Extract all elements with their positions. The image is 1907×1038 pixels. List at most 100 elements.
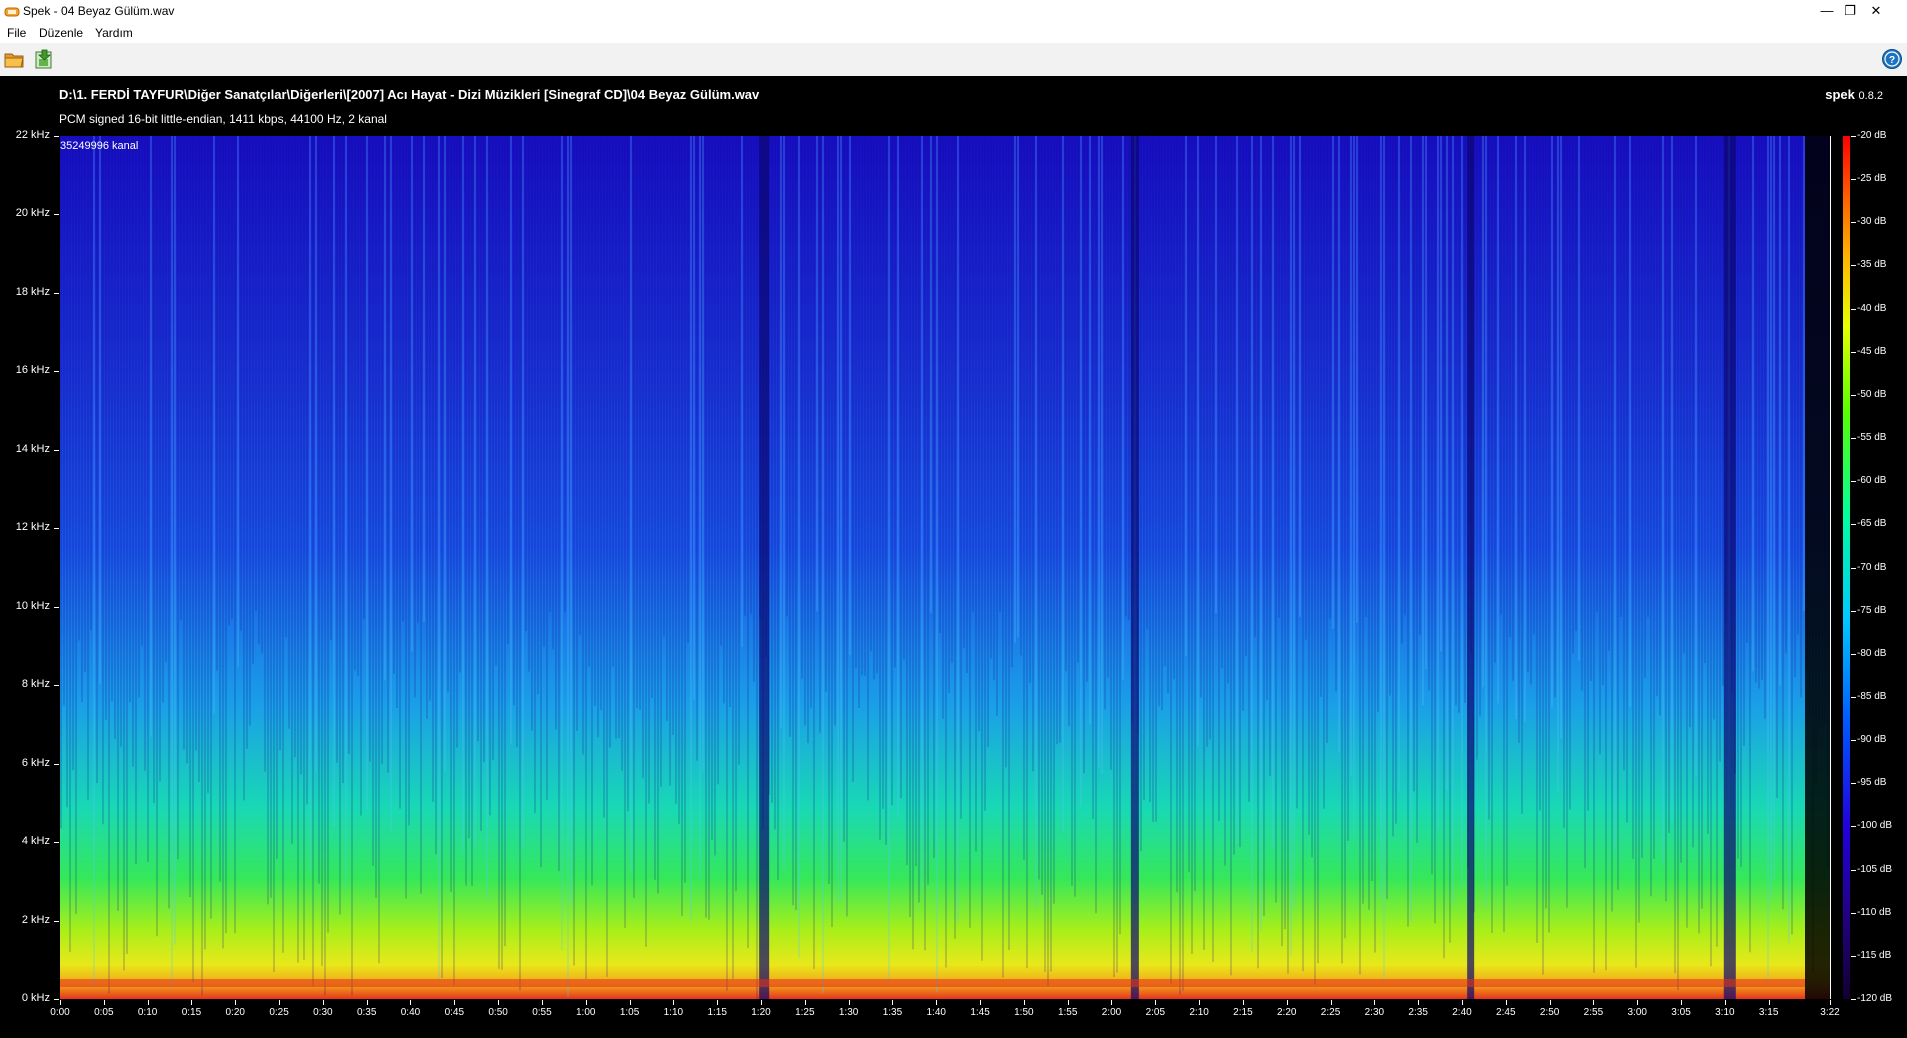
spectrum-streak: [531, 136, 533, 731]
spectrum-streak: [1677, 136, 1679, 991]
spectrum-streak: [1512, 136, 1514, 681]
spectrum-streak: [1224, 136, 1226, 866]
spectrum-streak: [1587, 136, 1589, 811]
x-tick: [760, 1000, 762, 1005]
spectrum-streak: [852, 136, 854, 782]
spectrum-streak: [1623, 136, 1625, 771]
x-tick: [235, 1000, 237, 1005]
spectrum-streak: [123, 136, 125, 971]
spectrum-streak: [120, 136, 122, 747]
x-tick-label: 2:00: [1101, 1007, 1122, 1018]
spectrum-streak: [534, 136, 536, 814]
x-tick-label: 2:10: [1189, 1007, 1209, 1018]
spectrum-streak: [1680, 136, 1682, 863]
spectrum-streak: [1536, 136, 1538, 943]
x-tick-label: 1:10: [663, 1007, 684, 1018]
spectrum-streak: [144, 136, 146, 771]
x-tick-label: 3:05: [1671, 1007, 1691, 1018]
x-tick: [1593, 1000, 1595, 1005]
spectrum-streak: [1263, 136, 1265, 917]
spectrum-streak: [1620, 136, 1622, 617]
spectrum-streak: [915, 136, 917, 867]
db-colorbar: [1843, 136, 1850, 999]
y-tick: [54, 292, 59, 294]
y-tick-label: 2 kHz: [21, 913, 50, 926]
spectrum-streak: [381, 136, 383, 765]
spectrum-streak: [702, 136, 704, 772]
spectrum-streak: [132, 136, 134, 767]
save-image-icon[interactable]: [33, 48, 55, 70]
y-tick: [54, 136, 59, 137]
spectrum-streak: [1194, 136, 1196, 892]
close-button[interactable]: ✕: [1853, 0, 1899, 23]
spectrum-streak: [726, 136, 728, 991]
spectrum-streak: [609, 136, 611, 748]
x-tick: [1505, 1000, 1507, 1005]
spectrum-streak: [708, 136, 710, 920]
folder-open-icon[interactable]: [3, 48, 25, 70]
db-tick-label: -20 dB: [1857, 130, 1887, 141]
x-tick: [717, 1000, 719, 1005]
spectrum-streak: [1140, 136, 1142, 852]
spectrum-streak: [636, 136, 638, 709]
menu-duzenle[interactable]: Düzenle: [39, 26, 83, 40]
spectrum-streak: [309, 136, 311, 874]
spectrum-streak: [849, 136, 851, 656]
spectrum-streak: [1146, 136, 1148, 629]
x-tick-label: 1:05: [619, 1007, 640, 1018]
spectrum-streak: [1794, 136, 1796, 677]
menu-bar: File Düzenle Yardım: [0, 23, 1907, 43]
spectrum-streak: [276, 136, 278, 859]
spectrum-streak: [1215, 136, 1217, 614]
spectrum-streak: [165, 136, 167, 662]
y-tick-label: 12 kHz: [15, 521, 50, 534]
db-tick: [1851, 869, 1856, 871]
y-tick: [54, 999, 59, 1000]
spectrum-streak: [441, 136, 443, 979]
spectrum-streak: [1653, 136, 1655, 859]
spectrum-streak: [237, 136, 239, 668]
spectrum-streak: [678, 136, 680, 825]
spectrum-streak: [675, 136, 677, 804]
spectrum-streak: [1404, 136, 1406, 616]
spectrum-streak: [294, 136, 296, 758]
spectrum-streak: [963, 136, 965, 648]
spectrum-streak: [1383, 136, 1385, 983]
spectrum-streak: [1092, 136, 1094, 819]
spectrum-streak: [387, 136, 389, 773]
spectrum-streak: [1053, 136, 1055, 904]
spectrum-streak: [207, 136, 209, 793]
spectrum-streak: [903, 136, 905, 660]
db-tick: [1851, 438, 1856, 440]
x-tick-label: 3:22: [1820, 1007, 1840, 1018]
y-tick-label: 10 kHz: [15, 599, 50, 612]
app-icon: [4, 7, 20, 17]
spectrogram[interactable]: 35249996 kanal: [60, 136, 1831, 999]
db-tick-label: -110 dB: [1857, 906, 1892, 918]
spectrum-streak: [1014, 136, 1016, 643]
spectrum-streak: [1584, 136, 1586, 869]
x-tick: [804, 1000, 806, 1005]
spectrum-streak: [645, 136, 647, 947]
help-icon[interactable]: ?: [1881, 48, 1903, 70]
x-tick-label: 0:50: [488, 1007, 508, 1018]
x-tick-label: 1:25: [795, 1007, 815, 1018]
x-tick-label: 2:40: [1452, 1007, 1472, 1018]
menu-yardim[interactable]: Yardım: [95, 26, 133, 40]
menu-file[interactable]: File: [7, 26, 26, 40]
x-tick-label: 2:15: [1233, 1007, 1253, 1018]
x-tick: [848, 1000, 850, 1005]
spectrum-streak: [1635, 136, 1637, 968]
spectrum-streak: [1428, 136, 1430, 691]
spectrum-streak: [585, 136, 587, 980]
spectrum-streak: [876, 136, 878, 674]
spectrum-streak: [687, 136, 689, 644]
spectrum-streak: [729, 136, 731, 707]
spectrum-streak: [951, 136, 953, 663]
spectrum-streak: [1290, 136, 1292, 956]
spectrum-streak: [1266, 136, 1268, 700]
spectrum-streak: [1785, 136, 1787, 653]
db-tick-label: -80 dB: [1857, 647, 1887, 659]
spectrum-streak: [909, 136, 911, 917]
spectrum-streak: [837, 136, 839, 902]
